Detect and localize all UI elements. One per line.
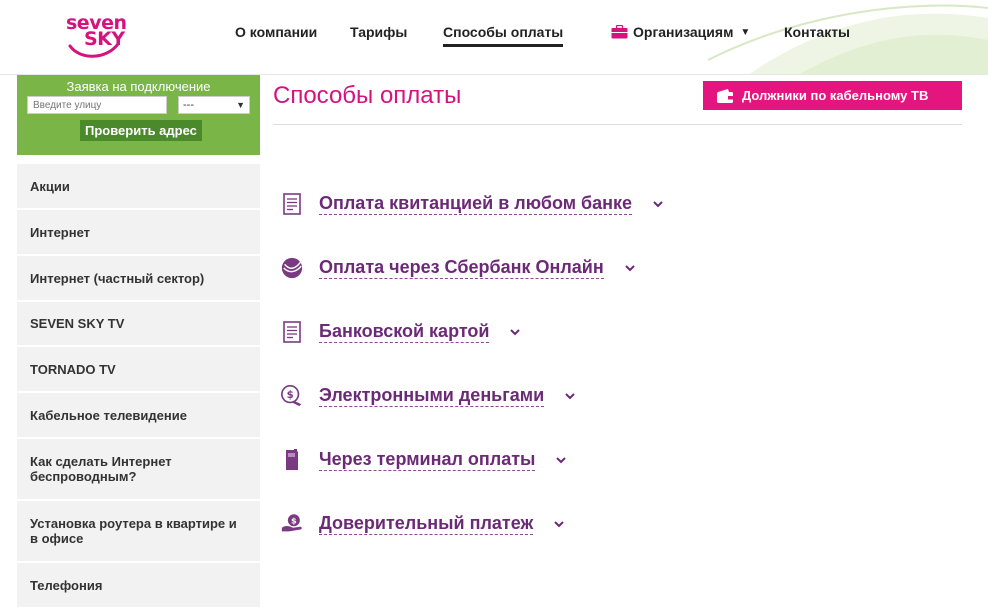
chevron-down-icon [625,265,635,272]
terminal-icon [280,448,304,472]
street-input[interactable] [27,96,167,114]
chevron-down-icon [554,521,564,528]
title-divider [273,124,962,125]
payment-method-label: Оплата квитанцией в любом банке [319,193,633,215]
nav-item-about[interactable]: О компании [235,24,317,40]
cable-tv-debtors-label: Должники по кабельному ТВ [742,88,929,103]
chevron-down-icon [510,329,521,336]
chevron-down-icon [653,201,663,208]
sidebar-item-wireless-internet[interactable]: Как сделать Интернет беспроводным? [17,439,260,501]
wallet-icon [717,88,733,103]
payment-method-label: Оплата через Сбербанк Онлайн [319,257,604,279]
nav-item-organizations[interactable]: Организациям ▼ [611,24,750,40]
chevron-down-icon [565,393,575,400]
sberbank-icon [280,256,304,280]
nav-item-tariffs[interactable]: Тарифы [350,24,407,40]
payment-method-label: Электронными деньгами [319,385,545,407]
logo-smile-icon [68,42,120,58]
caret-down-icon: ▼ [740,26,751,38]
payment-method-receipt[interactable]: Оплата квитанцией в любом банке [280,189,664,219]
payment-method-label: Доверительный платеж [319,513,534,535]
svg-text:$: $ [291,516,297,526]
house-select[interactable]: --- ▼ [178,96,250,114]
trust-payment-icon: $ [280,512,304,536]
house-select-value: --- [183,99,194,111]
sidebar-item-internet[interactable]: Интернет [17,210,260,256]
sidebar-item-promotions[interactable]: Акции [17,164,260,210]
page-title: Способы оплаты [273,82,462,109]
connection-request-box: Заявка на подключение --- ▼ Проверить ад… [17,75,260,155]
nav-item-contacts[interactable]: Контакты [784,24,850,40]
chevron-down-icon [556,457,567,464]
brand-logo[interactable]: seven SKY [62,12,132,64]
connection-request-title: Заявка на подключение [66,79,211,94]
caret-down-icon: ▼ [236,100,245,110]
site-header: seven SKY О компании Тарифы Способы опла… [0,0,988,75]
e-money-icon: $ [280,384,304,408]
nav-item-organizations-label: Организациям [633,24,734,40]
nav-item-payment-methods[interactable]: Способы оплаты [443,24,564,47]
sidebar-item-cable-tv[interactable]: Кабельное телевидение [17,393,260,439]
sidebar-item-router-install[interactable]: Установка роутера в квартире и в офисе [17,501,260,563]
payment-method-terminal[interactable]: Через терминал оплаты [280,445,567,475]
sidebar-item-seven-sky-tv[interactable]: SEVEN SKY TV [17,302,260,347]
sidebar-item-telephony[interactable]: Телефония [17,563,260,609]
card-receipt-icon [280,320,304,344]
sidebar-item-tornado-tv[interactable]: TORNADO TV [17,347,260,393]
payment-method-trust-payment[interactable]: $ Доверительный платеж [280,509,565,539]
payment-method-e-money[interactable]: $ Электронными деньгами [280,381,576,411]
receipt-icon [280,192,304,216]
sidebar-menu: Акции Интернет Интернет (частный сектор)… [17,164,260,609]
check-address-button[interactable]: Проверить адрес [80,120,202,141]
payment-method-label: Через терминал оплаты [319,449,536,471]
cable-tv-debtors-button[interactable]: Должники по кабельному ТВ [703,81,962,110]
svg-text:$: $ [287,390,294,401]
payment-method-sberbank[interactable]: Оплата через Сбербанк Онлайн [280,253,636,283]
payment-method-label: Банковской картой [319,321,490,343]
payment-method-bank-card[interactable]: Банковской картой [280,317,521,347]
briefcase-icon [611,25,628,39]
sidebar-item-internet-private[interactable]: Интернет (частный сектор) [17,256,260,302]
